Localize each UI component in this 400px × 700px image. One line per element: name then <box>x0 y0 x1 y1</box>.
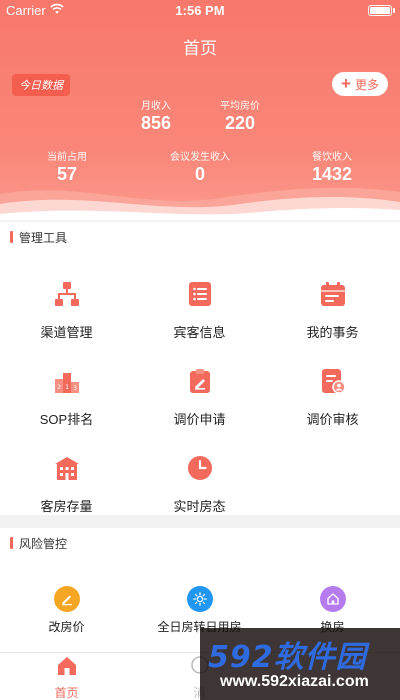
stat-label: 当前占用 <box>47 152 87 163</box>
tab-label: 首页 <box>54 686 79 700</box>
battery-icon <box>368 5 392 16</box>
section-header: 风险管控 <box>0 528 400 558</box>
tool-label: SOP排名 <box>39 412 94 427</box>
risk-label: 改房价 <box>48 620 85 634</box>
tool-label: 调价申请 <box>173 412 226 427</box>
stat-value: 856 <box>140 113 172 133</box>
tool-label: 客房存量 <box>40 499 93 514</box>
stat-label: 餐饮收入 <box>312 152 352 163</box>
tab-home[interactable]: 首页 <box>0 655 133 700</box>
tool-label: 渠道管理 <box>40 325 93 340</box>
header-wave <box>0 187 400 220</box>
management-tools-section: 管理工具 渠道管理 宾客信息 我的事务 1 2 3 SOP排名 调价申请 调价审… <box>0 222 400 515</box>
header: Carrier 1:56 PM 首页 今日数据 + 更多 月收入 856 平均房… <box>0 0 400 220</box>
tool-price-adjust-request[interactable]: 调价申请 <box>133 367 266 428</box>
stat-value: 220 <box>224 113 256 133</box>
podium-icon: 1 2 3 <box>54 373 79 393</box>
tool-guest-info[interactable]: 宾客信息 <box>133 280 266 341</box>
svg-text:3: 3 <box>73 385 77 392</box>
more-button[interactable]: + 更多 <box>332 72 388 96</box>
watermark-logo: 592软件园 <box>208 640 367 675</box>
document-review-icon <box>321 369 346 394</box>
building-icon <box>54 457 79 480</box>
home-icon <box>319 586 346 612</box>
calendar-icon <box>320 282 345 306</box>
stat-avg-room-price: 平均房价 220 <box>210 97 270 134</box>
tool-my-affairs[interactable]: 我的事务 <box>266 280 399 341</box>
pencil-icon <box>53 586 80 612</box>
today-data-tag: 今日数据 <box>12 74 70 96</box>
sun-icon <box>186 586 213 612</box>
section-header: 管理工具 <box>0 222 400 252</box>
tool-price-adjust-review[interactable]: 调价审核 <box>266 367 399 428</box>
tool-realtime-room-status[interactable]: 实时房态 <box>133 454 266 515</box>
guest-list-icon <box>188 282 211 306</box>
tool-channel-management[interactable]: 渠道管理 <box>0 280 133 341</box>
section-accent-bar <box>10 537 13 549</box>
clock-time: 1:56 PM <box>175 3 225 18</box>
stat-label: 平均房价 <box>220 101 260 112</box>
clock-icon <box>187 456 212 480</box>
watermark: 592软件园 www.592xiazai.com <box>200 628 400 700</box>
tool-label: 我的事务 <box>306 325 359 340</box>
org-chart-icon <box>54 282 79 306</box>
svg-text:2: 2 <box>57 384 61 391</box>
home-icon <box>57 657 76 675</box>
section-title: 风险管控 <box>19 536 68 551</box>
status-bar: Carrier 1:56 PM <box>0 0 400 20</box>
page-title: 首页 <box>183 39 217 58</box>
risk-change-room-price[interactable]: 改房价 <box>0 586 133 635</box>
tool-label: 宾客信息 <box>173 325 226 340</box>
watermark-url: www.592xiazai.com <box>220 673 369 690</box>
more-label: 更多 <box>354 77 379 92</box>
section-title: 管理工具 <box>19 230 68 245</box>
battery-tip <box>393 8 395 13</box>
tool-label: 调价审核 <box>306 412 359 427</box>
tool-sop-ranking[interactable]: 1 2 3 SOP排名 <box>0 367 133 428</box>
tool-label: 实时房态 <box>173 499 226 514</box>
stat-monthly-income: 月收入 856 <box>128 97 184 134</box>
tool-room-inventory[interactable]: 客房存量 <box>0 454 133 515</box>
section-accent-bar <box>10 231 13 243</box>
stat-label: 会议发生收入 <box>170 152 230 163</box>
plus-icon: + <box>341 74 351 93</box>
clipboard-edit-icon <box>189 369 210 393</box>
stat-label: 月收入 <box>141 101 171 112</box>
svg-text:1: 1 <box>65 384 69 391</box>
